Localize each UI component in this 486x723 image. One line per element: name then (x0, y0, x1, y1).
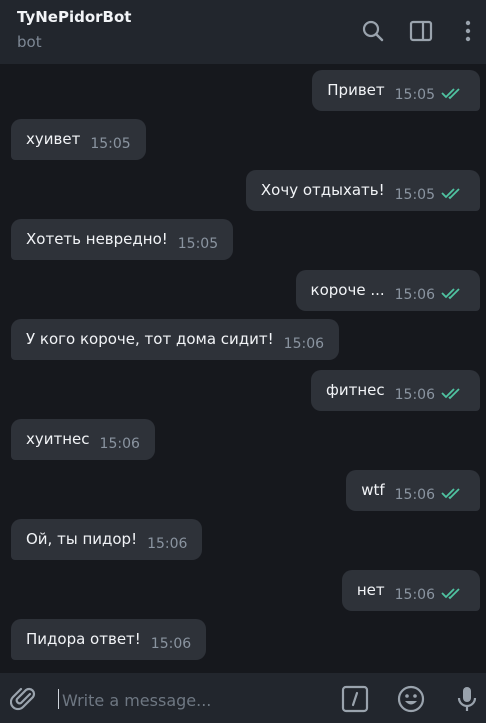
message-outgoing[interactable]: Хочу отдыхать! 15:05 (245, 170, 480, 211)
read-check-icon (441, 175, 465, 200)
message-outgoing[interactable]: wtf 15:06 (346, 470, 480, 511)
message-text: Пидора ответ! (26, 630, 141, 648)
message-time: 15:06 (394, 587, 435, 603)
read-check-icon (441, 275, 465, 300)
read-check-icon (441, 375, 465, 400)
message-time: 15:05 (394, 187, 435, 203)
chat-status: bot (17, 33, 42, 51)
message-time: 15:05 (177, 236, 219, 252)
message-time: 15:06 (99, 436, 140, 452)
chat-header: TyNePidorBot bot (0, 0, 486, 64)
message-text: Хотеть невредно! (26, 230, 168, 248)
message-text: хуитнес (26, 430, 90, 448)
message-time: 15:06 (147, 536, 188, 552)
message-incoming[interactable]: Пидора ответ! 15:06 (11, 619, 207, 660)
message-text: Хочу отдыхать! (260, 181, 385, 199)
message-outgoing[interactable]: Привет 15:05 (312, 70, 480, 111)
message-outgoing[interactable]: нет 15:06 (341, 570, 480, 611)
message-text: Привет (327, 81, 385, 99)
message-text: короче ... (310, 281, 385, 299)
microphone-icon[interactable] (453, 685, 481, 713)
message-incoming[interactable]: Хотеть невредно! 15:05 (11, 219, 234, 260)
message-text: фитнес (326, 381, 385, 399)
message-list[interactable]: Привет 15:05 хуивет 15:05 Хочу отдыхать! 15… (0, 64, 486, 673)
message-composer (0, 673, 486, 723)
message-time: 15:05 (90, 136, 131, 152)
message-time: 15:05 (394, 87, 435, 103)
message-time: 15:06 (283, 336, 325, 352)
sidebar-toggle-icon[interactable] (408, 18, 434, 44)
read-check-icon (441, 475, 465, 500)
message-text: хуивет (26, 130, 81, 148)
message-input[interactable] (58, 687, 334, 713)
emoji-icon[interactable] (397, 685, 425, 713)
attach-icon[interactable] (9, 685, 38, 713)
message-text: Ой, ты пидор! (26, 530, 138, 548)
message-outgoing[interactable]: короче ... 15:06 (295, 270, 480, 311)
message-time: 15:06 (150, 636, 192, 652)
message-time: 15:06 (394, 387, 435, 403)
search-icon[interactable] (360, 18, 386, 44)
message-incoming[interactable]: хуивет 15:05 (11, 119, 146, 160)
message-time: 15:06 (394, 287, 435, 303)
chat-title[interactable]: TyNePidorBot (17, 8, 131, 26)
message-text: нет (356, 581, 385, 599)
message-incoming[interactable]: Ой, ты пидор! 15:06 (11, 519, 203, 560)
message-incoming[interactable]: У кого короче, тот дома сидит! 15:06 (11, 319, 340, 360)
message-time: 15:06 (394, 487, 435, 503)
commands-icon[interactable] (341, 685, 369, 713)
more-vertical-icon[interactable] (456, 18, 480, 44)
message-outgoing[interactable]: фитнес 15:06 (311, 370, 480, 411)
message-incoming[interactable]: хуитнес 15:06 (11, 419, 155, 460)
read-check-icon (441, 575, 465, 600)
read-check-icon (441, 75, 465, 100)
message-text: У кого короче, тот дома сидит! (26, 330, 274, 348)
message-text: wtf (361, 481, 385, 499)
